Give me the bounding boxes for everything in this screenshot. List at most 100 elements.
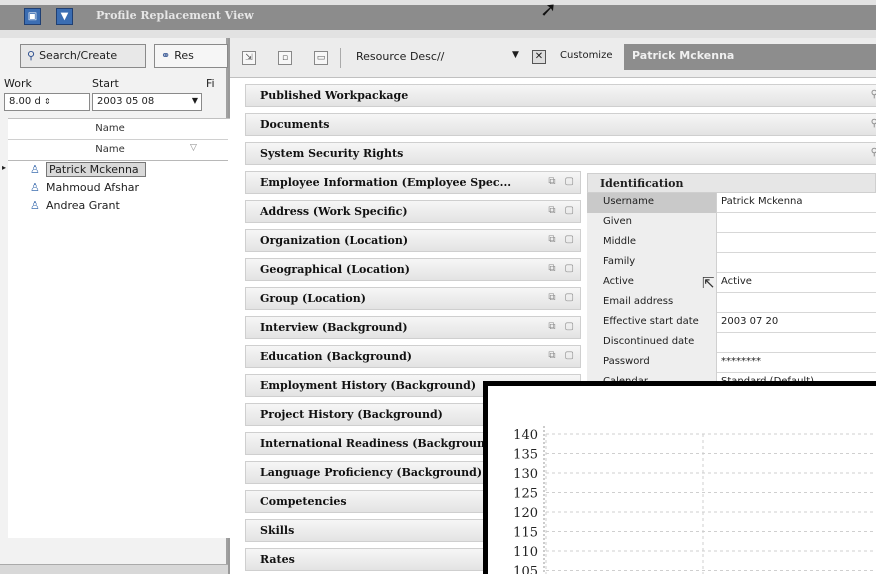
save-window-icon[interactable]: ▣ [24,8,41,25]
section-group[interactable]: Group (Location) ⧉ ▢ [245,287,581,310]
section-interview[interactable]: Interview (Background) ⧉ ▢ [245,316,581,339]
section-address[interactable]: Address (Work Specific) ⧉ ▢ [245,200,581,223]
y-tick-label: 140 [513,428,538,443]
chevron-down-icon[interactable]: ▼ [192,96,198,105]
section-system-security-rights[interactable]: System Security Rights ⚲ [245,142,876,165]
pin-icon[interactable]: ⚲ [871,118,876,129]
section-title: Address (Work Specific) [260,205,408,218]
ident-row[interactable]: Middle [587,233,876,253]
mouse-pointer-icon: ➚ [540,0,557,21]
work-value: 8.00 d [9,96,41,107]
filter-icon[interactable]: ▽ [190,143,197,153]
section-organization[interactable]: Organization (Location) ⧉ ▢ [245,229,581,252]
section-title: Employment History (Background) [260,379,477,392]
link-icon[interactable]: ⧉ [548,205,555,216]
close-icon[interactable]: ✕ [532,50,546,64]
link-icon[interactable]: ⧉ [548,263,555,274]
start-date-field[interactable]: 2003 05 08 ▼ [92,93,202,111]
horizontal-scrollbar[interactable] [0,564,228,574]
table-row[interactable]: ▸ ♙ Patrick Mckenna [2,162,228,181]
window-icon[interactable]: ▢ [565,263,574,274]
tab-search-create[interactable]: ⚲ Search/Create [20,44,146,68]
field-label: Password [587,353,717,373]
field-value[interactable]: Patrick Mckenna [721,196,803,207]
current-row-icon: ▸ [2,163,7,172]
field-value[interactable]: ******** [721,356,761,367]
y-tick-label: 105 [513,565,538,574]
resource-grid: Name Name ▽ ▸ ♙ Patrick Mckenna ♙ Mahmoud … [2,118,230,538]
overlay-chart-panel: 140 135 130 125 120 115 110 105 [483,381,876,574]
new-doc-icon[interactable]: ▫ [278,51,292,65]
window-icon[interactable]: ▢ [565,350,574,361]
section-employee-information[interactable]: Employee Information (Employee Spec... ⧉… [245,171,581,194]
pin-icon[interactable]: ⚲ [871,89,876,100]
table-row[interactable]: ♙ Andrea Grant [8,199,228,217]
field-label: Discontinued date [587,333,717,353]
person-icon: ♙ [30,199,40,212]
window-title: Profile Replacement View [96,9,254,22]
stepper-icon[interactable]: ⇕ [44,97,51,106]
identification-title: Identification [587,173,876,193]
download-window-icon[interactable]: ▼ [56,8,73,25]
ident-row[interactable]: Given [587,213,876,233]
link-icon[interactable]: ⧉ [548,292,555,303]
work-stepper[interactable]: 8.00 d ⇕ [4,93,90,111]
window-icon[interactable]: ▢ [565,292,574,303]
chart-grid: 140 135 130 125 120 115 110 105 [513,426,876,574]
section-title: Skills [260,524,295,537]
window-icon[interactable]: ▢ [565,176,574,187]
section-title: Employee Information (Employee Spec... [260,176,512,189]
link-icon[interactable]: ⧉ [548,176,555,187]
section-title: Project History (Background) [260,408,443,421]
field-label: Username [587,193,717,213]
window-icon[interactable]: ▢ [565,234,574,245]
person-name: Patrick Mckenna [46,162,146,177]
resource-select[interactable]: Resource Desc// [356,50,444,63]
ident-row[interactable]: Email address [587,293,876,313]
left-panel: ⚲ Search/Create ⚭ Res Work Start Fi 8.00 d… [0,38,230,574]
ident-row[interactable]: Username Patrick Mckenna [587,193,876,213]
section-title: System Security Rights [260,147,404,160]
ident-row[interactable]: Effective start date 2003 07 20 [587,313,876,333]
grid-header-name[interactable]: Name [20,144,200,155]
field-label: Effective start date [587,313,717,333]
search-icon: ⚲ [27,49,36,62]
y-tick-label: 135 [513,448,538,463]
window-icon[interactable]: ▢ [565,205,574,216]
customize-button[interactable]: Customize [560,50,613,61]
y-tick-label: 130 [513,467,538,482]
section-education[interactable]: Education (Background) ⧉ ▢ [245,345,581,368]
start-date-value: 2003 05 08 [97,96,155,107]
link-icon[interactable]: ⧉ [548,234,555,245]
collapse-icon[interactable]: ⇲ [242,51,256,65]
y-tick-label: 110 [513,545,538,560]
copy-icon[interactable]: ▭ [314,51,328,65]
link-icon[interactable]: ⧉ [548,350,555,361]
section-documents[interactable]: Documents ⚲ [245,113,876,136]
fi-label: Fi [206,77,215,90]
tab-resources[interactable]: ⚭ Res [154,44,228,68]
section-title: Group (Location) [260,292,366,305]
ident-row[interactable]: Discontinued date [587,333,876,353]
person-name: Mahmoud Afshar [46,181,140,194]
window-icon[interactable]: ▢ [565,321,574,332]
field-label: Email address [587,293,717,313]
pin-icon[interactable]: ⚲ [871,147,876,158]
toolbar-divider [340,48,341,68]
field-value[interactable]: Active [721,276,752,287]
resource-icon: ⚭ [161,49,171,62]
ident-row[interactable]: Active Active [587,273,876,293]
title-bar: ▣ ▼ Profile Replacement View ➚ [0,0,876,38]
table-row[interactable]: ♙ Mahmoud Afshar [8,181,228,199]
tab-resources-label: Res [174,49,194,62]
section-geographical[interactable]: Geographical (Location) ⧉ ▢ [245,258,581,281]
section-title: Published Workpackage [260,89,409,102]
ident-row[interactable]: Password ******** [587,353,876,373]
field-value[interactable]: 2003 07 20 [721,316,778,327]
section-title: Education (Background) [260,350,412,363]
identification-panel: Identification Username Patrick Mckenna G… [587,173,876,393]
link-icon[interactable]: ⧉ [548,321,555,332]
chevron-down-icon[interactable]: ▼ [512,50,519,60]
ident-row[interactable]: Family [587,253,876,273]
section-published-workpackage[interactable]: Published Workpackage ⚲ [245,84,876,107]
